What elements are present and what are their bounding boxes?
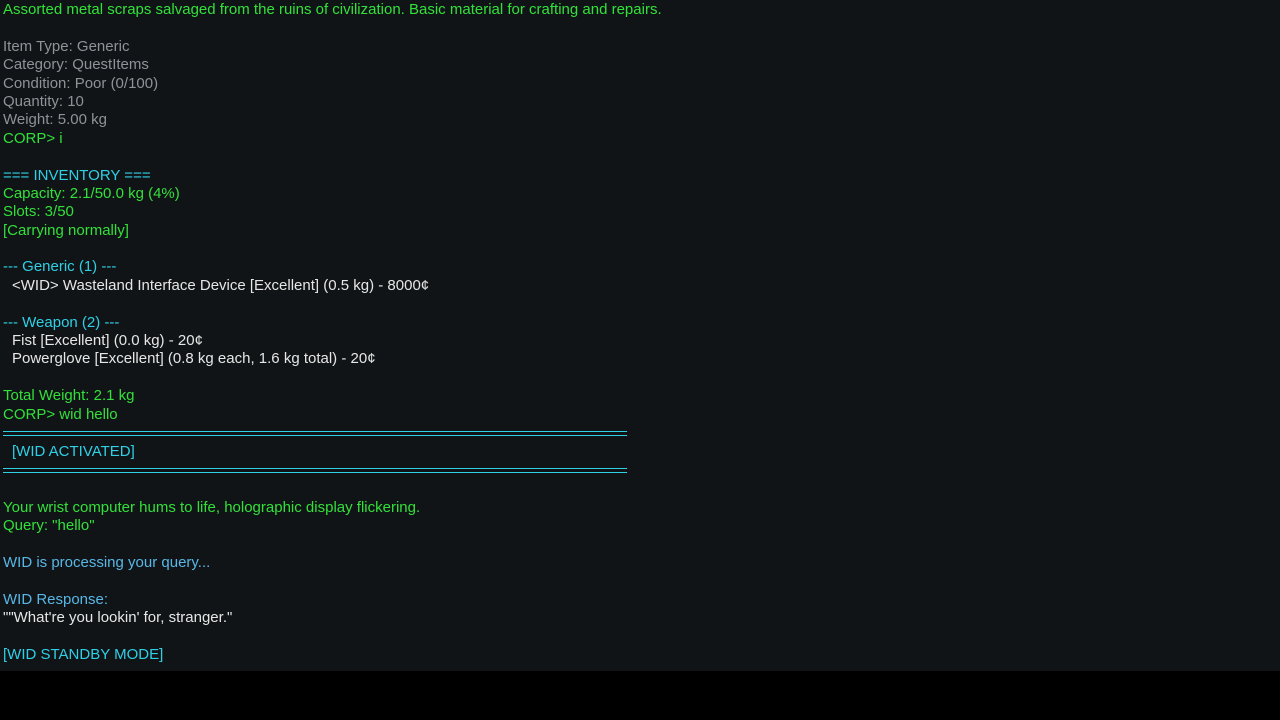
wid-query: Query: "hello" (3, 517, 95, 535)
group-header-weapon: --- Weapon (2) --- (3, 313, 120, 331)
wid-standby-status: [WID STANDBY MODE] (3, 645, 164, 663)
wid-response-text: ""What're you lookin' for, stranger." (3, 609, 233, 627)
group-header-generic: --- Generic (1) --- (3, 258, 117, 276)
command-line-wid: CORP> wid hello (3, 405, 118, 423)
item-category: Category: QuestItems (3, 56, 149, 74)
wid-hum-text: Your wrist computer hums to life, hologr… (3, 498, 421, 516)
wid-response-label: WID Response: (3, 590, 109, 608)
inventory-status: [Carrying normally] (3, 221, 129, 239)
inventory-capacity: Capacity: 2.1/50.0 kg (4%) (3, 184, 180, 202)
item-type: Item Type: Generic (3, 37, 130, 55)
wid-processing: WID is processing your query... (3, 553, 211, 571)
terminal-output: Assorted metal scraps salvaged from the … (0, 0, 1280, 671)
item-description: Assorted metal scraps salvaged from the … (3, 1, 662, 18)
inventory-slots: Slots: 3/50 (3, 203, 74, 221)
command-line-inventory: CORP> i (3, 129, 63, 147)
item-weight: Weight: 5.00 kg (3, 111, 107, 129)
wid-activated-banner: [WID ACTIVATED] (12, 442, 135, 460)
inventory-item: <WID> Wasteland Interface Device [Excell… (12, 276, 430, 294)
item-condition: Condition: Poor (0/100) (3, 74, 159, 92)
inventory-total-weight: Total Weight: 2.1 kg (3, 387, 135, 405)
item-quantity: Quantity: 10 (3, 92, 84, 110)
inventory-item: Powerglove [Excellent] (0.8 kg each, 1.6… (12, 350, 376, 368)
inventory-item: Fist [Excellent] (0.0 kg) - 20¢ (12, 332, 203, 350)
inventory-header: === INVENTORY === (3, 166, 151, 184)
double-rule-divider (3, 430, 627, 436)
double-rule-divider (3, 468, 627, 474)
